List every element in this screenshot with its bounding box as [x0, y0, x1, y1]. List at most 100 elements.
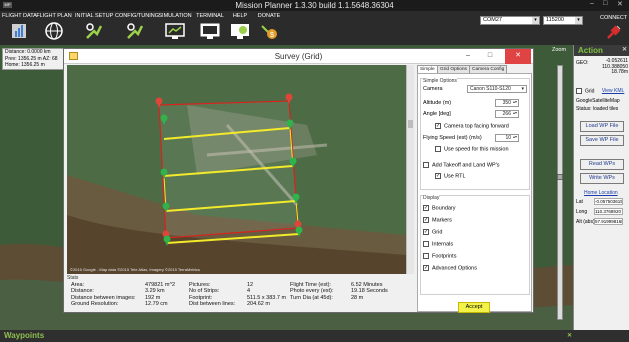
donate-button[interactable]: DONATE $	[254, 13, 284, 41]
connect-plug-icon[interactable]	[606, 24, 622, 40]
advanced-options-label: Advanced Options	[432, 265, 477, 272]
write-wps-button[interactable]: Write WPs	[580, 173, 624, 184]
checkbox-box[interactable]: ✓	[423, 217, 429, 223]
alt-row: Alt (abs)57.9199981689	[576, 218, 623, 225]
config-tuning-button[interactable]: CONFIG/TUNING	[115, 13, 159, 41]
markers-checkbox[interactable]: ✓ Markers	[423, 217, 452, 223]
checkbox-box[interactable]: ✓	[423, 205, 429, 211]
terminal-button[interactable]: TERMINAL	[194, 13, 226, 41]
read-wps-button[interactable]: Read WPs	[580, 159, 624, 170]
home-location-link[interactable]: Home Location	[584, 190, 618, 196]
ground-resolution-value: 12.79 cm	[145, 300, 168, 307]
tab-grid-options[interactable]: Grid Options	[437, 65, 470, 73]
checkbox-box[interactable]: ✓	[423, 265, 429, 271]
chevron-down-icon: ▾	[532, 17, 539, 24]
minimize-button[interactable]: –	[590, 0, 594, 7]
survey-boundary	[158, 100, 299, 239]
close-button[interactable]: ✕	[617, 0, 623, 8]
action-panel-title: Action	[578, 46, 603, 55]
maximize-button[interactable]: □	[603, 0, 607, 7]
waypoints-bar[interactable]: Waypoints ✕	[0, 330, 629, 342]
initial-setup-button[interactable]: INITIAL SETUP	[75, 13, 113, 41]
view-kml-link[interactable]: View KML	[602, 88, 624, 94]
chevron-down-icon: ▾	[575, 17, 582, 24]
survey-zoom-thumb[interactable]	[408, 120, 413, 128]
grid-checkbox-row[interactable]: Grid View KML	[576, 88, 624, 94]
add-takeoff-land-checkbox[interactable]: Add Takeoff and Land WP's	[423, 162, 500, 168]
dialog-maximize-button[interactable]: □	[480, 49, 500, 64]
map-credit: ©2015 Google - Map data ©2015 Tele Atlas…	[70, 267, 200, 272]
spinner-icon[interactable]: ▴▾	[512, 135, 518, 141]
advanced-options-checkbox[interactable]: ✓ Advanced Options	[423, 265, 477, 271]
simulation-button[interactable]: SIMULATION	[158, 13, 192, 41]
turn-dia-label: Turn Dia (at 45d):	[290, 294, 333, 301]
internals-label: Internals	[432, 241, 454, 248]
survey-options-panel: Simple Grid Options Camera Config Simple…	[417, 65, 532, 313]
flight-plan-button[interactable]: FLIGHT PLAN	[36, 13, 72, 41]
zoom-slider-thumb[interactable]	[557, 174, 563, 180]
speed-input[interactable]: 10 ▴▾	[495, 134, 519, 142]
footprint-value: 511.5 x 383.7 m	[247, 294, 287, 301]
camera-select[interactable]: Canon S110-S120 ▾	[467, 85, 527, 93]
port-select[interactable]: COM27 ▾	[480, 16, 540, 25]
internals-checkbox[interactable]: Internals	[423, 241, 453, 247]
use-speed-checkbox[interactable]: Use speed for this mission	[435, 146, 509, 152]
save-wp-file-button[interactable]: Save WP File	[580, 135, 624, 146]
simple-options-group: Simple Options Camera Canon S110-S120 ▾ …	[420, 78, 530, 190]
checkbox-box[interactable]: ✓	[435, 173, 441, 179]
close-icon[interactable]: ✕	[567, 330, 572, 342]
home-location-label[interactable]: Home Location	[584, 190, 618, 196]
checkbox-box[interactable]: ✓	[423, 229, 429, 235]
waypoints-title: Waypoints	[4, 331, 45, 340]
long-input[interactable]: 110.3768920	[594, 208, 623, 215]
altitude-input[interactable]: 350 ▴▾	[495, 99, 519, 107]
load-wp-file-button[interactable]: Load WP File	[580, 121, 624, 132]
grid-label: Grid	[585, 88, 595, 95]
connect-label[interactable]: CONNECT	[600, 15, 627, 21]
checkbox-box[interactable]: ✓	[435, 123, 441, 129]
window-title-bar: MP Mission Planner 1.3.30 build 1.1.5648…	[0, 0, 629, 11]
tab-camera-config[interactable]: Camera Config	[469, 65, 508, 73]
flight-plan-globe-icon	[45, 22, 63, 40]
help-label: HELP	[232, 13, 248, 19]
footprints-checkbox[interactable]: Footprints	[423, 253, 456, 259]
donate-label: DONATE	[257, 13, 281, 19]
checkbox-box[interactable]	[423, 162, 429, 168]
flight-data-button[interactable]: FLIGHT DATA	[2, 13, 37, 41]
boundary-checkbox[interactable]: ✓ Boundary	[423, 205, 456, 211]
survey-zoom-slider[interactable]	[406, 65, 414, 274]
lat-row: Lat -0.0575036154	[576, 198, 623, 205]
spinner-icon[interactable]: ▴▾	[512, 111, 518, 117]
checkbox-box[interactable]	[435, 146, 441, 152]
survey-map[interactable]: ©2015 Google - Map data ©2015 Tele Atlas…	[67, 65, 406, 274]
dialog-minimize-button[interactable]: –	[458, 49, 478, 64]
baud-select[interactable]: 115200 ▾	[543, 16, 583, 25]
close-icon[interactable]: ✕	[622, 45, 627, 56]
terminal-label: TERMINAL	[196, 13, 224, 19]
tab-simple[interactable]: Simple	[417, 65, 438, 73]
stats-col2-values: 12 4 511.5 x 383.7 m 204.62 m	[247, 282, 286, 307]
angle-input[interactable]: 266 ▴▾	[495, 110, 519, 118]
spinner-icon[interactable]: ▴▾	[512, 100, 518, 106]
map-type-select[interactable]: GoogleSatelliteMap	[576, 98, 620, 104]
grid-checkbox[interactable]	[576, 88, 582, 94]
grid-display-label: Grid	[432, 229, 443, 236]
zoom-slider[interactable]	[557, 65, 563, 320]
camera-top-facing-checkbox[interactable]: ✓ Camera top facing forward	[435, 123, 509, 129]
map-type-value: GoogleSatelliteMap	[576, 98, 620, 104]
geo-row: GEO:	[576, 60, 589, 66]
accept-button[interactable]: Accept	[458, 302, 490, 313]
lat-input[interactable]: -0.0575036154	[594, 198, 623, 205]
chevron-down-icon: ▾	[521, 86, 524, 92]
alt-input[interactable]: 57.9199981689	[594, 218, 623, 225]
use-rtl-checkbox[interactable]: ✓ Use RTL	[435, 173, 466, 179]
help-button[interactable]: HELP	[228, 13, 252, 41]
initial-setup-icon	[86, 23, 103, 39]
dist-between-lines-value: 204.62 m	[247, 300, 270, 307]
grid-display-checkbox[interactable]: ✓ Grid	[423, 229, 442, 235]
survey-map-canvas[interactable]	[67, 65, 406, 274]
stats-col1-values: 479821 m^2 3.29 km 192 m 12.79 cm	[145, 282, 175, 307]
checkbox-box[interactable]	[423, 253, 429, 259]
checkbox-box[interactable]	[423, 241, 429, 247]
dialog-close-button[interactable]: ✕	[505, 49, 531, 64]
